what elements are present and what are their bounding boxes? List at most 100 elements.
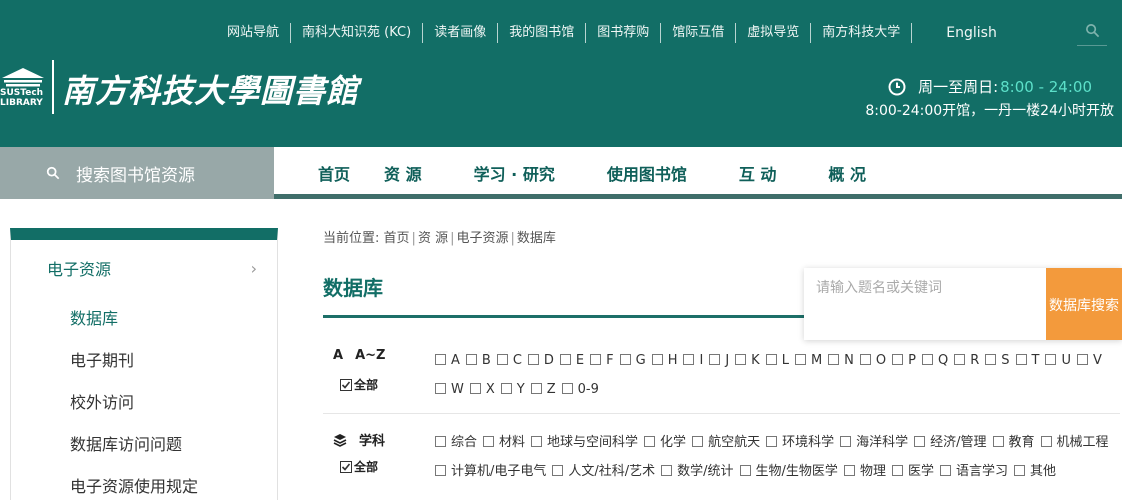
- checkbox[interactable]: [590, 354, 602, 365]
- sidebar-item-databases[interactable]: 数据库: [11, 296, 277, 338]
- checkbox[interactable]: [1013, 465, 1025, 476]
- breadcrumb-databases[interactable]: 数据库: [517, 231, 556, 246]
- az-option[interactable]: A: [435, 346, 460, 375]
- az-option[interactable]: L: [765, 346, 789, 375]
- topnav-book-recommend[interactable]: 图书荐购: [586, 23, 662, 43]
- checkbox[interactable]: [469, 383, 481, 394]
- topnav-site-map[interactable]: 网站导航: [216, 23, 292, 43]
- subject-option[interactable]: 海洋科学: [840, 428, 908, 457]
- subject-option[interactable]: 地球与空间科学: [531, 428, 638, 457]
- checkbox[interactable]: [527, 354, 539, 365]
- library-search-toggle[interactable]: 搜索图书馆资源: [0, 147, 274, 199]
- checkbox[interactable]: [435, 354, 446, 365]
- az-option[interactable]: K: [735, 346, 760, 375]
- checkbox[interactable]: [561, 383, 573, 394]
- checkbox[interactable]: [828, 354, 840, 365]
- checkbox[interactable]: [683, 354, 695, 365]
- az-option[interactable]: E: [559, 346, 584, 375]
- checkbox[interactable]: [992, 436, 1004, 447]
- sidebar-item-usage-rules[interactable]: 电子资源使用规定: [11, 464, 277, 500]
- subject-option[interactable]: 机械工程: [1040, 428, 1109, 457]
- az-option[interactable]: T: [1015, 346, 1039, 375]
- checkbox[interactable]: [735, 354, 747, 365]
- subject-option[interactable]: 教育: [992, 428, 1035, 457]
- az-option[interactable]: C: [496, 346, 522, 375]
- nav-resources[interactable]: 资 源: [384, 161, 422, 185]
- breadcrumb-resources[interactable]: 资 源: [418, 231, 448, 246]
- checkbox[interactable]: [483, 436, 495, 447]
- checkbox[interactable]: [892, 354, 904, 365]
- az-option[interactable]: O: [859, 346, 886, 375]
- az-option[interactable]: R: [954, 346, 979, 375]
- topnav-virtual-tour[interactable]: 虚拟导览: [736, 23, 812, 43]
- checkbox[interactable]: [765, 354, 777, 365]
- checkbox[interactable]: [739, 465, 751, 476]
- sidebar-item-offcampus-access[interactable]: 校外访问: [11, 380, 277, 422]
- checkbox[interactable]: [661, 465, 673, 476]
- nav-using-library[interactable]: 使用图书馆: [607, 161, 687, 185]
- checkbox[interactable]: [435, 436, 446, 447]
- sidebar-section-e-resources[interactable]: 电子资源 ›: [11, 240, 277, 296]
- az-option[interactable]: 0-9: [561, 375, 599, 404]
- subject-option[interactable]: 语言学习: [939, 457, 1008, 486]
- checkbox[interactable]: [651, 354, 663, 365]
- checkbox[interactable]: [559, 354, 571, 365]
- az-option[interactable]: H: [651, 346, 677, 375]
- az-option[interactable]: B: [465, 346, 491, 375]
- sidebar-item-e-journals[interactable]: 电子期刊: [11, 338, 277, 380]
- subject-option[interactable]: 经济/管理: [914, 428, 987, 457]
- az-option[interactable]: Z: [530, 375, 556, 404]
- checkbox[interactable]: [531, 436, 543, 447]
- az-option[interactable]: W: [435, 375, 464, 404]
- checkbox[interactable]: [985, 354, 997, 365]
- checkbox[interactable]: [794, 354, 806, 365]
- topnav-interlibrary-loan[interactable]: 馆际互借: [661, 23, 737, 43]
- topnav-my-library[interactable]: 我的图书馆: [498, 23, 587, 43]
- az-option[interactable]: Y: [500, 375, 525, 404]
- subject-option[interactable]: 综合: [435, 428, 477, 457]
- topnav-university[interactable]: 南方科技大学: [811, 23, 913, 43]
- checkbox[interactable]: [939, 465, 951, 476]
- checkbox[interactable]: [500, 383, 512, 394]
- az-option[interactable]: G: [619, 346, 646, 375]
- checkbox[interactable]: [1040, 436, 1052, 447]
- nav-overview[interactable]: 概 况: [828, 161, 866, 185]
- language-switch[interactable]: English: [912, 23, 997, 43]
- checkbox[interactable]: [496, 354, 508, 365]
- subject-option[interactable]: 航空航天: [692, 428, 760, 457]
- checkbox[interactable]: [619, 354, 631, 365]
- subject-option[interactable]: 环境科学: [766, 428, 834, 457]
- az-all-button[interactable]: 全部: [340, 376, 378, 393]
- topnav-reader-profile[interactable]: 读者画像: [423, 23, 499, 43]
- checkbox[interactable]: [840, 436, 852, 447]
- subject-all-button[interactable]: 全部: [340, 458, 378, 475]
- az-option[interactable]: N: [828, 346, 854, 375]
- az-option[interactable]: P: [892, 346, 916, 375]
- sidebar-item-access-issues[interactable]: 数据库访问问题: [11, 422, 277, 464]
- database-search-input[interactable]: [804, 268, 1046, 308]
- checkbox[interactable]: [465, 354, 477, 365]
- checkbox[interactable]: [921, 354, 933, 365]
- checkbox[interactable]: [709, 354, 721, 365]
- topnav-knowledge-center[interactable]: 南科大知识苑 (KC): [291, 23, 424, 43]
- subject-option[interactable]: 生物/生物医学: [739, 457, 838, 486]
- checkbox[interactable]: [530, 383, 542, 394]
- subject-option[interactable]: 医学: [891, 457, 934, 486]
- checkbox[interactable]: [1045, 354, 1057, 365]
- az-option[interactable]: X: [469, 375, 495, 404]
- az-option[interactable]: U: [1045, 346, 1071, 375]
- header-search-button[interactable]: [1077, 16, 1107, 46]
- az-option[interactable]: J: [709, 346, 729, 375]
- checkbox[interactable]: [766, 436, 778, 447]
- database-search-button[interactable]: 数据库搜索: [1046, 268, 1122, 340]
- checkbox[interactable]: [644, 436, 656, 447]
- library-name-calligraphy[interactable]: 南方科技大學圖書館: [62, 66, 359, 112]
- checkbox[interactable]: [692, 436, 704, 447]
- az-option[interactable]: F: [590, 346, 614, 375]
- az-option[interactable]: V: [1077, 346, 1102, 375]
- az-option[interactable]: M: [794, 346, 822, 375]
- subject-option[interactable]: 数学/统计: [661, 457, 734, 486]
- checkbox[interactable]: [843, 465, 855, 476]
- az-option[interactable]: I: [683, 346, 703, 375]
- subject-option[interactable]: 人文/社科/艺术: [552, 457, 655, 486]
